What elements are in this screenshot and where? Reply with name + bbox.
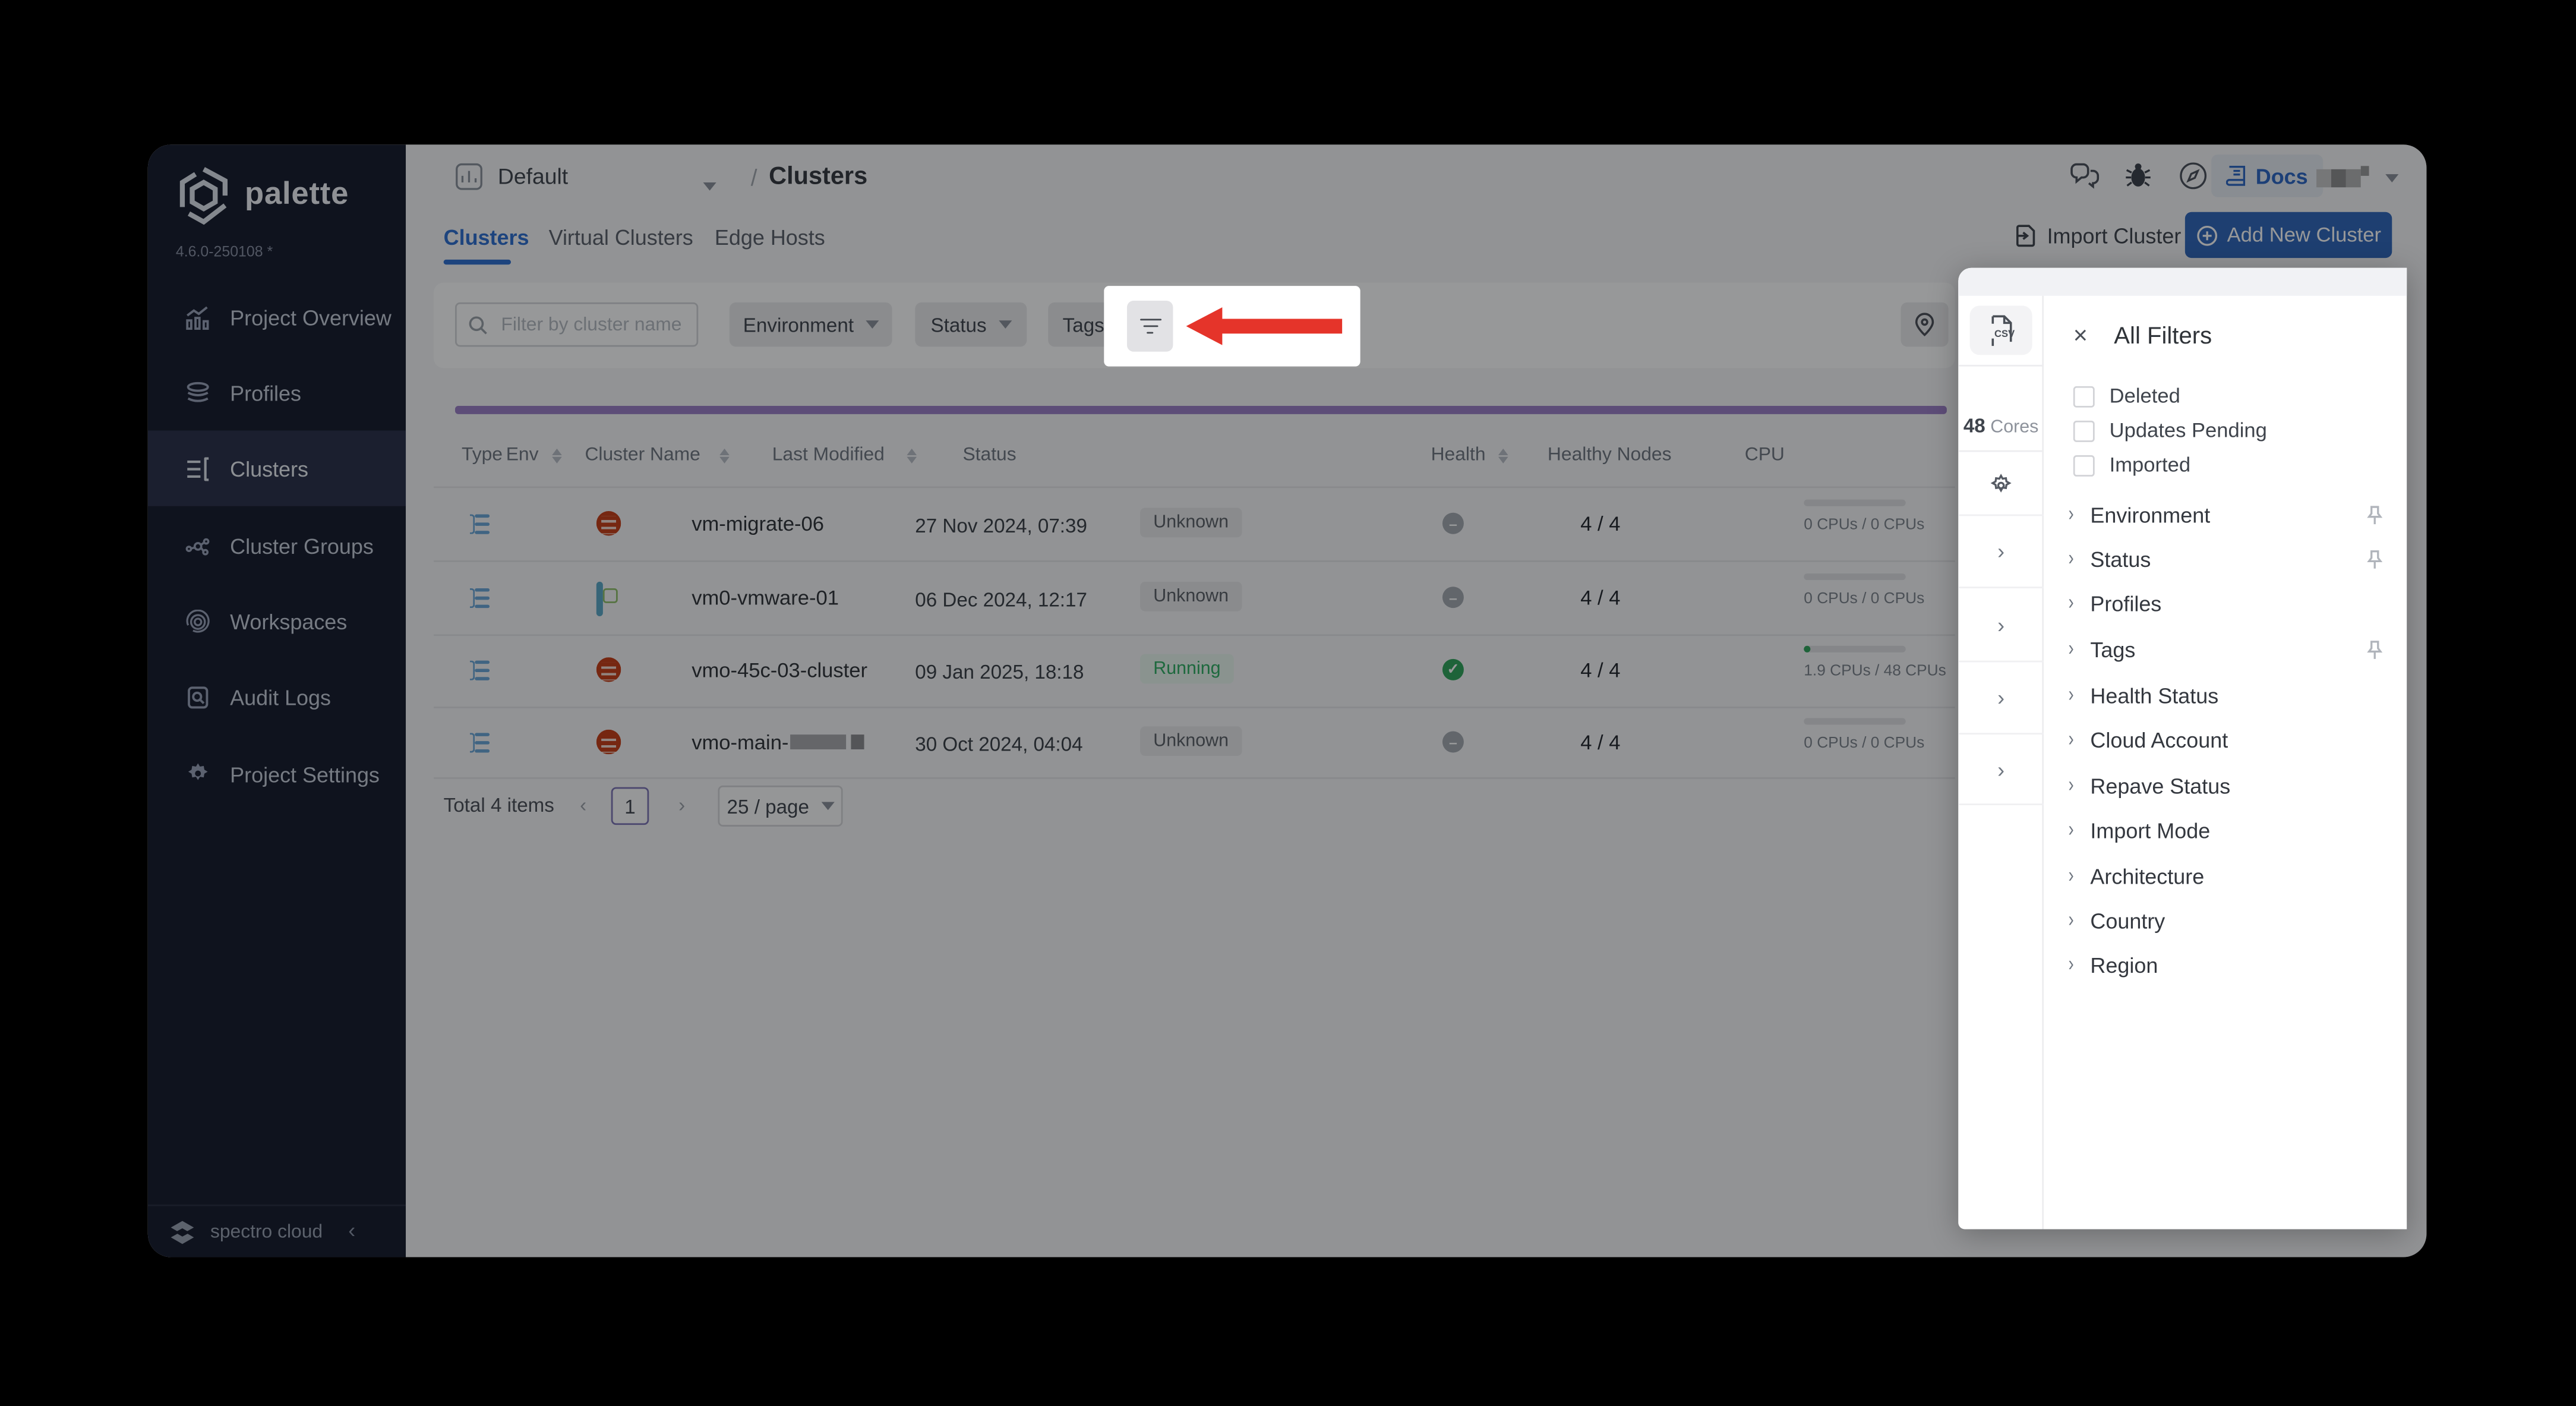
filter-section-status[interactable]: › Status: [2069, 547, 2384, 572]
pin-icon[interactable]: [2366, 639, 2384, 661]
drawer-top-band: [1958, 267, 2407, 296]
app-window: palette 4.6.0-250108 * Project Overview …: [147, 144, 2427, 1257]
checkbox-icon: [2073, 454, 2095, 476]
more-filters-button[interactable]: [1126, 301, 1173, 352]
filter-section-tags[interactable]: › Tags: [2069, 638, 2384, 662]
pin-icon[interactable]: [2366, 505, 2384, 526]
divider: [1958, 364, 2044, 367]
chevron-right-icon: ›: [2068, 819, 2074, 843]
expand-row-chevron[interactable]: ›: [1958, 514, 2044, 588]
chevron-right-icon: ›: [2068, 547, 2074, 572]
filter-checkbox-updates-pending[interactable]: Updates Pending: [2073, 419, 2267, 442]
cores-unit: Cores: [1990, 417, 2039, 437]
divider: [1958, 450, 2044, 452]
checkbox-icon: [2073, 420, 2095, 442]
chevron-right-icon: ›: [2068, 638, 2074, 662]
drawer-mini-column: CSV 48 Cores › › › ›: [1958, 295, 2044, 1230]
filter-section-environment[interactable]: › Environment: [2068, 503, 2384, 528]
red-arrow-annotation: [1186, 307, 1343, 345]
cores-value: 48: [1963, 414, 1985, 437]
screenshot-stage: palette 4.6.0-250108 * Project Overview …: [0, 0, 2576, 1406]
chevron-right-icon: ›: [2068, 728, 2074, 752]
all-filters-drawer: CSV 48 Cores › › › › × All Filters Delet…: [1958, 267, 2407, 1230]
filter-section-region[interactable]: › Region: [2069, 953, 2384, 978]
table-settings-button[interactable]: [1958, 473, 2044, 499]
expand-row-chevron[interactable]: ›: [1958, 588, 2044, 663]
filter-checkbox-deleted[interactable]: Deleted: [2073, 384, 2180, 408]
filter-checkbox-imported[interactable]: Imported: [2073, 453, 2190, 477]
filter-highlight-callout: [1104, 286, 1360, 367]
svg-text:CSV: CSV: [1994, 327, 2015, 339]
chevron-right-icon: ›: [2068, 503, 2074, 527]
chevron-right-icon: ›: [2068, 592, 2074, 616]
filter-section-health-status[interactable]: › Health Status: [2069, 683, 2384, 708]
filter-section-import-mode[interactable]: › Import Mode: [2069, 818, 2384, 843]
funnel-filter-icon: [1139, 314, 1161, 338]
filter-section-cloud-account[interactable]: › Cloud Account: [2069, 728, 2384, 752]
drawer-title: All Filters: [2114, 323, 2212, 349]
chevron-right-icon: ›: [2068, 909, 2074, 933]
expand-row-chevron[interactable]: ›: [1958, 734, 2044, 805]
filter-section-architecture[interactable]: › Architecture: [2069, 865, 2384, 889]
filter-section-repave-status[interactable]: › Repave Status: [2069, 774, 2384, 798]
export-csv-button[interactable]: CSV: [1969, 305, 2032, 355]
chevron-right-icon: ›: [2068, 774, 2074, 798]
expand-row-chevron[interactable]: ›: [1958, 662, 2044, 735]
pin-icon[interactable]: [2366, 549, 2384, 570]
filter-section-country[interactable]: › Country: [2069, 909, 2384, 933]
close-icon[interactable]: ×: [2073, 322, 2088, 350]
cores-summary: 48 Cores: [1958, 414, 2044, 437]
all-filters-panel: × All Filters Deleted Updates Pending Im…: [2044, 296, 2407, 1230]
chevron-right-icon: ›: [2068, 865, 2074, 889]
checkbox-icon: [2073, 385, 2095, 407]
chevron-right-icon: ›: [2068, 953, 2074, 978]
filter-section-profiles[interactable]: › Profiles: [2069, 592, 2384, 616]
chevron-right-icon: ›: [2068, 684, 2074, 708]
